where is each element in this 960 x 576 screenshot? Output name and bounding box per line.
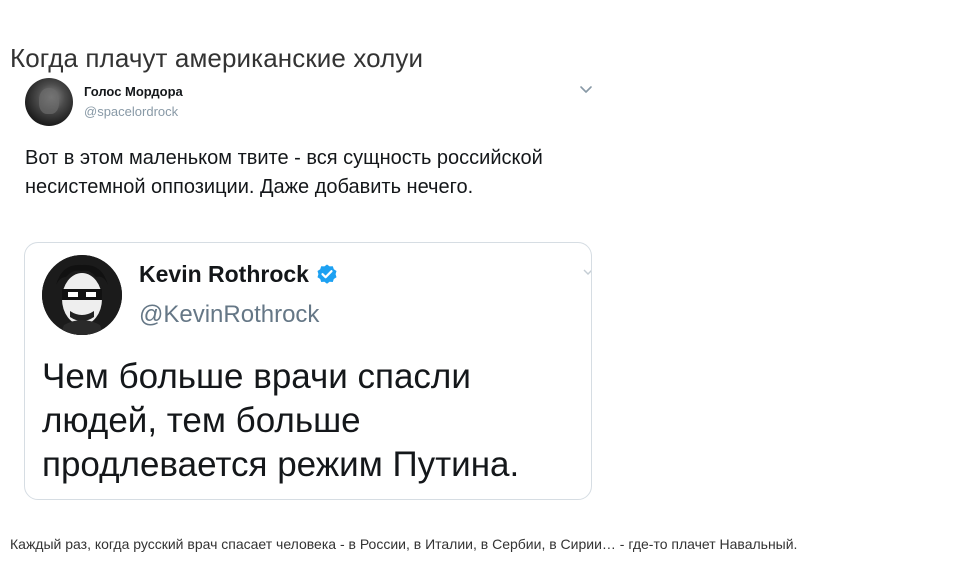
embedded-author-row: Kevin Rothrock (139, 261, 339, 288)
embedded-chevron-icon (583, 269, 591, 275)
embedded-author-name: Kevin Rothrock (139, 261, 309, 287)
embedded-tweet-text: Чем больше врачи спасли людей, тем больш… (42, 357, 520, 484)
tweet-card[interactable]: Голос Мордора @spacelordrock Вот в этом … (12, 70, 602, 510)
article-caption: Каждый раз, когда русский врач спасает ч… (10, 536, 798, 552)
verified-badge-icon (317, 264, 337, 284)
author-handle[interactable]: @spacelordrock (84, 104, 178, 119)
portrait-illustration-icon (42, 255, 122, 335)
embedded-author-handle: @KevinRothrock (139, 301, 320, 328)
tweet-text: Вот в этом маленьком твите - вся сущност… (25, 147, 543, 198)
author-name[interactable]: Голос Мордора (84, 84, 183, 99)
embedded-tweet-image[interactable]: Kevin Rothrock @KevinRothrock Чем больше… (24, 242, 592, 500)
embedded-author-avatar (42, 255, 122, 335)
author-avatar[interactable] (25, 78, 73, 126)
chevron-down-icon[interactable] (578, 84, 594, 96)
